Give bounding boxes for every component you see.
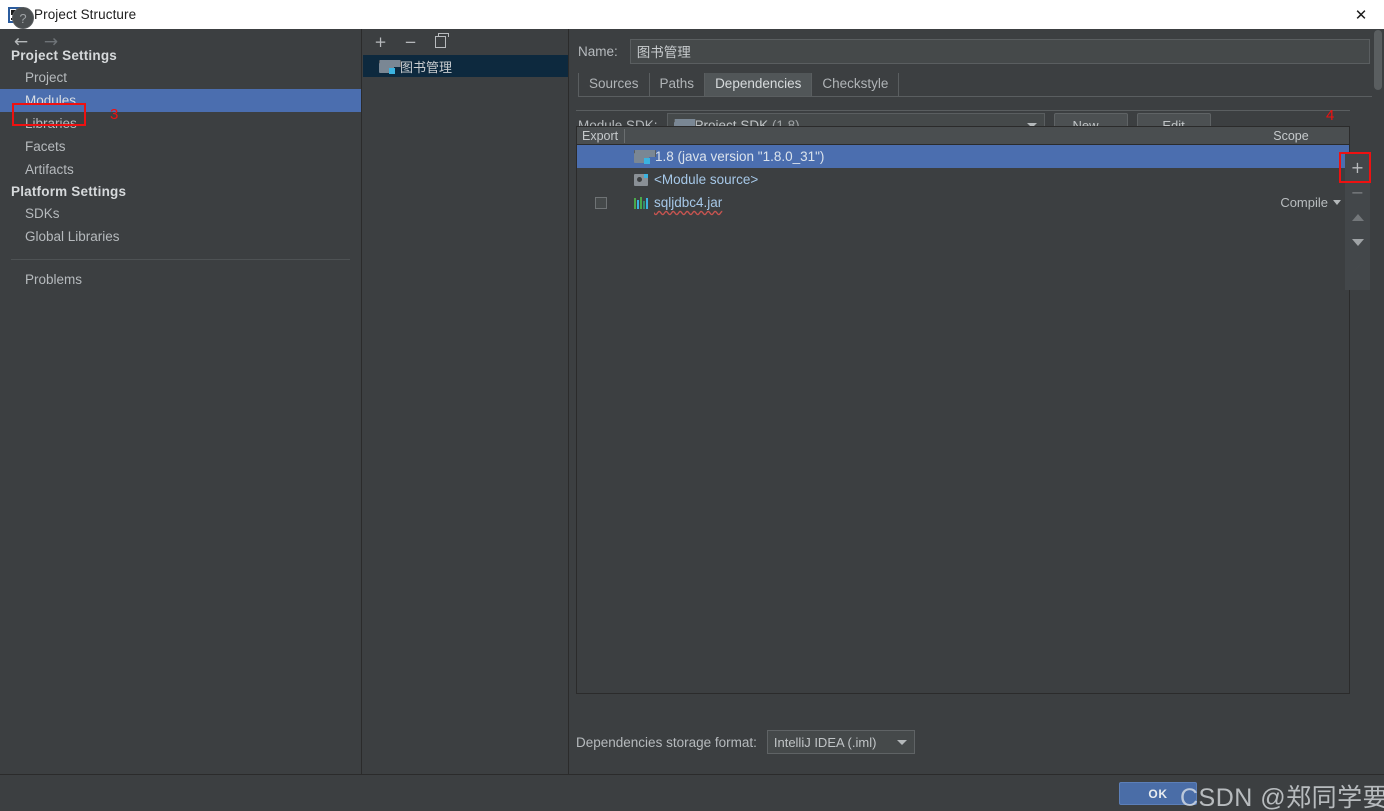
close-icon[interactable]: ✕ (1338, 0, 1384, 29)
table-row[interactable]: <Module source> (577, 168, 1349, 191)
modules-toolbar: + − (363, 29, 568, 55)
module-folder-icon (379, 60, 394, 73)
module-source-icon (634, 174, 648, 186)
tab-paths[interactable]: Paths (650, 73, 706, 96)
sidebar-item-sdks[interactable]: SDKs (0, 202, 361, 225)
storage-format-value: IntelliJ IDEA (.iml) (774, 735, 877, 750)
sidebar-item-problems[interactable]: Problems (0, 268, 361, 291)
add-module-button[interactable]: + (371, 33, 390, 52)
module-tree-item-label: 图书管理 (400, 57, 452, 76)
dependency-name: <Module source> (654, 172, 758, 187)
detail-divider (576, 110, 1350, 111)
settings-sidebar: ← → Project Settings Project Modules Lib… (0, 29, 362, 774)
help-icon[interactable]: ? (12, 7, 34, 29)
triangle-down-icon (1352, 239, 1364, 246)
sdk-folder-icon (634, 150, 649, 163)
module-tabs: Sources Paths Dependencies Checkstyle (578, 73, 1374, 97)
storage-format-label: Dependencies storage format: (576, 735, 757, 750)
dependency-name: sqljdbc4.jar (654, 195, 722, 210)
move-up-button[interactable] (1345, 205, 1370, 230)
modules-tree-panel: + − 图书管理 (363, 29, 569, 774)
dependency-name: 1.8 (java version "1.8.0_31") (655, 149, 824, 164)
sidebar-item-artifacts[interactable]: Artifacts (0, 158, 361, 181)
table-row[interactable]: sqljdbc4.jar Compile (577, 191, 1349, 214)
remove-module-button[interactable]: − (401, 33, 420, 52)
sidebar-item-libraries[interactable]: Libraries (0, 112, 361, 135)
jar-library-icon (634, 197, 648, 209)
copy-module-icon[interactable] (431, 33, 450, 52)
add-dependency-button[interactable]: + (1345, 155, 1370, 180)
sidebar-item-global-libraries[interactable]: Global Libraries (0, 225, 361, 248)
module-name-row: Name: (570, 35, 1384, 67)
chevron-down-icon (1333, 200, 1341, 205)
pencil-icon (1352, 262, 1364, 274)
tab-dependencies[interactable]: Dependencies (705, 73, 812, 96)
sidebar-group-platform-settings: Platform Settings (0, 181, 361, 202)
tab-checkstyle[interactable]: Checkstyle (812, 73, 899, 96)
csdn-watermark: CSDN @郑同学要努力 (1180, 778, 1384, 811)
dependencies-storage-row: Dependencies storage format: IntelliJ ID… (576, 730, 915, 754)
sidebar-item-facets[interactable]: Facets (0, 135, 361, 158)
window-title: Project Structure (34, 7, 136, 22)
forward-arrow-icon[interactable]: → (36, 31, 66, 53)
window-titlebar: Project Structure ✕ (0, 0, 1384, 29)
sidebar-item-modules[interactable]: Modules (0, 89, 361, 112)
module-tree-item[interactable]: 图书管理 (363, 55, 568, 77)
move-down-button[interactable] (1345, 230, 1370, 255)
export-checkbox[interactable] (595, 197, 607, 209)
sidebar-divider (11, 259, 350, 260)
scrollbar-thumb[interactable] (1374, 30, 1382, 90)
project-structure-dialog: Project Structure ✕ ← → Project Settings… (0, 0, 1384, 811)
dependency-scope: Compile (1280, 195, 1328, 210)
edit-dependency-button[interactable] (1345, 255, 1370, 280)
chevron-down-icon (897, 740, 907, 745)
back-arrow-icon[interactable]: ← (6, 31, 36, 53)
column-header-scope[interactable]: Scope (1239, 129, 1349, 143)
tab-sources[interactable]: Sources (578, 73, 650, 96)
table-row[interactable]: 1.8 (java version "1.8.0_31") (577, 145, 1349, 168)
remove-dependency-button[interactable]: − (1345, 180, 1370, 205)
module-name-label: Name: (578, 44, 618, 59)
dialog-scrollbar[interactable] (1372, 29, 1384, 774)
annotation-number-3: 3 (110, 106, 118, 123)
column-header-export[interactable]: Export (577, 129, 625, 143)
sidebar-list: Project Settings Project Modules Librari… (0, 45, 361, 291)
dependencies-side-toolbar: + − (1345, 153, 1370, 290)
annotation-number-4: 4 (1326, 107, 1334, 124)
module-name-input[interactable] (630, 39, 1370, 64)
sidebar-nav-arrows: ← → (0, 29, 362, 55)
triangle-up-icon (1352, 214, 1364, 221)
storage-format-dropdown[interactable]: IntelliJ IDEA (.iml) (767, 730, 915, 754)
dependencies-table-header: Export Scope (577, 127, 1349, 145)
dependencies-table: Export Scope 1.8 (java version "1.8.0_31… (576, 126, 1350, 694)
sidebar-item-project[interactable]: Project (0, 66, 361, 89)
